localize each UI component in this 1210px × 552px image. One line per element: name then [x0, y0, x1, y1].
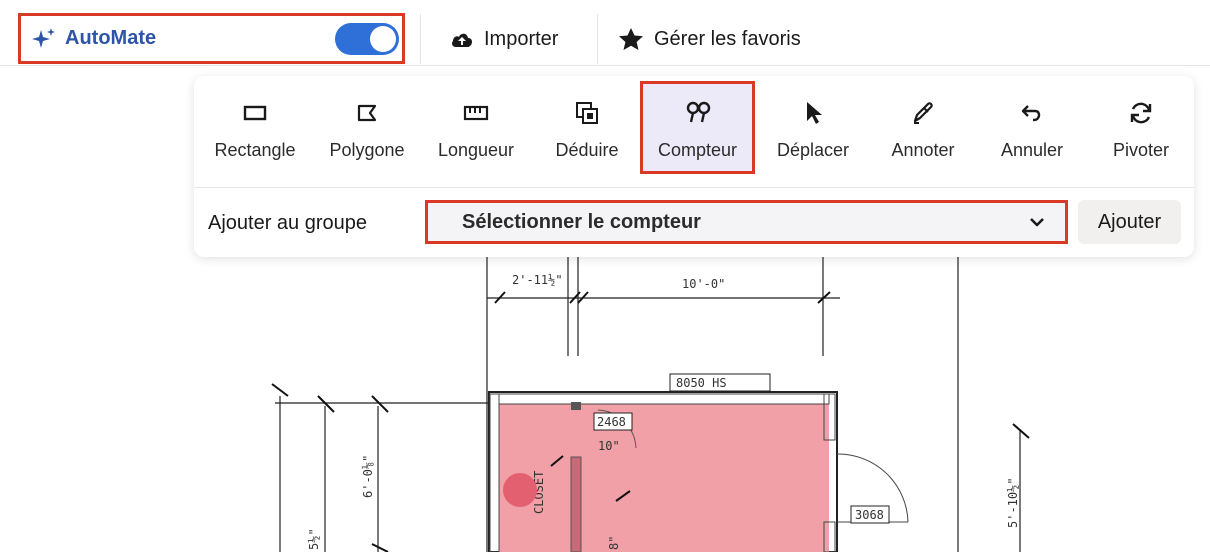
- door-label-1: 2468: [597, 415, 626, 429]
- tool-label: Déplacer: [776, 140, 850, 160]
- tool-annotate[interactable]: Annoter: [876, 84, 970, 180]
- tool-rotate[interactable]: Pivoter: [1094, 84, 1188, 180]
- tool-label: Pivoter: [1112, 140, 1170, 160]
- tool-label: Annuler: [1000, 140, 1064, 160]
- chevron-down-icon: [1030, 218, 1044, 227]
- add-button-label: Ajouter: [1097, 210, 1162, 233]
- tool-label: Longueur: [437, 140, 515, 160]
- automate-control[interactable]: AutoMate: [18, 13, 405, 64]
- rotate-icon: [1130, 102, 1152, 124]
- tool-label: Polygone: [329, 140, 405, 160]
- favorites-label: Gérer les favoris: [654, 27, 801, 50]
- counter-select[interactable]: Sélectionner le compteur: [425, 200, 1068, 244]
- tool-label: Compteur: [657, 140, 738, 160]
- tool-move[interactable]: Déplacer: [766, 84, 860, 180]
- rectangle-icon: [243, 105, 267, 121]
- dim-top-left: 2'-11½": [512, 273, 563, 287]
- sparkle-icon: [32, 27, 55, 48]
- dim-right: 5'-10½": [1006, 477, 1020, 528]
- deduct-icon: [576, 102, 598, 124]
- tool-deduct[interactable]: Déduire: [540, 84, 634, 180]
- dim-top-right: 10'-0": [682, 277, 725, 291]
- counted-room[interactable]: [499, 404, 829, 552]
- automate-toggle[interactable]: [335, 23, 399, 55]
- dim-inner: 10": [598, 439, 620, 453]
- tool-rectangle[interactable]: Rectangle: [202, 84, 308, 180]
- tool-polygon[interactable]: Polygone: [318, 84, 416, 180]
- cloud-upload-icon: [452, 33, 472, 47]
- separator: [420, 14, 421, 64]
- tool-counter[interactable]: Compteur: [640, 81, 755, 174]
- polygon-icon: [357, 104, 377, 122]
- tool-label: Annoter: [891, 140, 955, 160]
- toggle-knob: [370, 26, 396, 52]
- window-label: 8050 HS: [676, 376, 727, 390]
- tool-panel: Rectangle Polygone Longueur Déduire Comp…: [194, 76, 1194, 257]
- tool-undo[interactable]: Annuler: [986, 84, 1078, 180]
- counter-icon: [686, 101, 710, 123]
- pen-icon: [913, 102, 933, 124]
- ruler-icon: [463, 105, 489, 121]
- star-icon: [619, 28, 643, 50]
- add-button[interactable]: Ajouter: [1078, 200, 1181, 244]
- import-button[interactable]: Importer: [450, 14, 558, 64]
- separator: [597, 14, 598, 64]
- dim-small: 8": [607, 536, 621, 550]
- counter-select-value: Sélectionner le compteur: [462, 210, 701, 233]
- dim-left: 6'-0⅛": [361, 455, 375, 498]
- dim-far-left: 5½": [307, 528, 321, 550]
- automate-label: AutoMate: [65, 27, 157, 49]
- import-label: Importer: [484, 27, 559, 50]
- panel-divider: [194, 187, 1194, 188]
- cursor-icon: [807, 102, 822, 124]
- door-label-2: 3068: [855, 508, 884, 522]
- tool-length[interactable]: Longueur: [426, 84, 526, 180]
- counter-marker[interactable]: [503, 473, 537, 507]
- tool-label: Rectangle: [214, 140, 296, 160]
- manage-favorites-button[interactable]: Gérer les favoris: [618, 14, 801, 64]
- tool-label: Déduire: [555, 140, 619, 160]
- undo-icon: [1021, 105, 1041, 122]
- top-bar: AutoMate Importer Gérer les favoris: [0, 0, 1210, 66]
- add-to-group-label: Ajouter au groupe: [208, 212, 368, 234]
